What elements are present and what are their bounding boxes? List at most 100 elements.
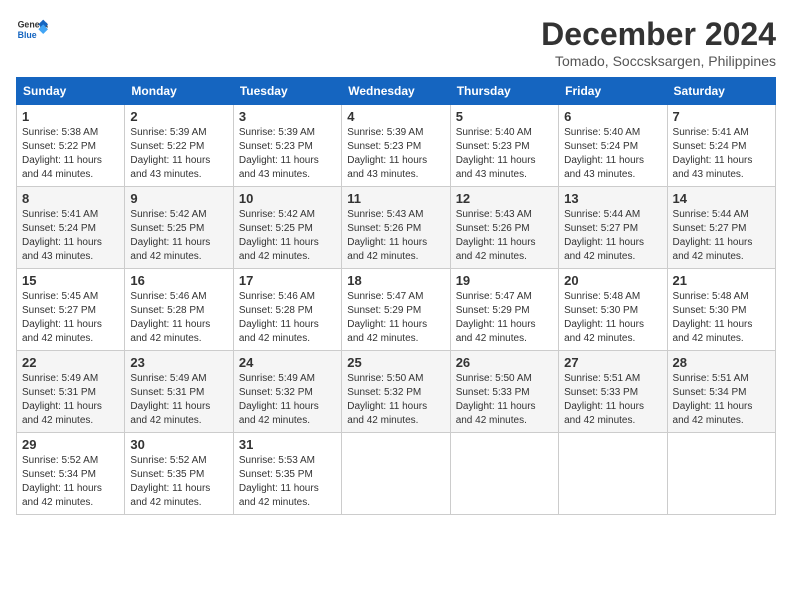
day-info: Sunrise: 5:51 AM Sunset: 5:34 PM Dayligh… xyxy=(673,372,770,428)
day-info: Sunrise: 5:41 AM Sunset: 5:24 PM Dayligh… xyxy=(673,126,770,182)
day-number: 27 xyxy=(564,355,661,370)
calendar-cell: 21 Sunrise: 5:48 AM Sunset: 5:30 PM Dayli… xyxy=(667,269,775,351)
day-info: Sunrise: 5:48 AM Sunset: 5:30 PM Dayligh… xyxy=(673,290,770,346)
day-info: Sunrise: 5:45 AM Sunset: 5:27 PM Dayligh… xyxy=(22,290,119,346)
day-number: 26 xyxy=(456,355,553,370)
calendar-cell: 27 Sunrise: 5:51 AM Sunset: 5:33 PM Dayli… xyxy=(559,351,667,433)
day-number: 31 xyxy=(239,437,336,452)
calendar-cell: 19 Sunrise: 5:47 AM Sunset: 5:29 PM Dayli… xyxy=(450,269,558,351)
day-number: 1 xyxy=(22,109,119,124)
day-number: 7 xyxy=(673,109,770,124)
day-number: 24 xyxy=(239,355,336,370)
day-number: 15 xyxy=(22,273,119,288)
calendar-cell: 28Sunrise: 5:51 AM Sunset: 5:34 PM Dayli… xyxy=(667,351,775,433)
day-info: Sunrise: 5:44 AM Sunset: 5:27 PM Dayligh… xyxy=(673,208,770,264)
day-number: 16 xyxy=(130,273,227,288)
calendar-cell: 29 Sunrise: 5:52 AM Sunset: 5:34 PM Dayli… xyxy=(17,433,125,515)
calendar-cell: 23 Sunrise: 5:49 AM Sunset: 5:31 PM Dayli… xyxy=(125,351,233,433)
day-number: 18 xyxy=(347,273,444,288)
day-number: 6 xyxy=(564,109,661,124)
week-row-2: 8 Sunrise: 5:41 AM Sunset: 5:24 PM Daylig… xyxy=(17,187,776,269)
month-title: December 2024 xyxy=(541,16,776,53)
day-number: 25 xyxy=(347,355,444,370)
weekday-header-thursday: Thursday xyxy=(450,78,558,105)
svg-text:Blue: Blue xyxy=(18,30,37,40)
calendar-cell: 31 Sunrise: 5:53 AM Sunset: 5:35 PM Dayli… xyxy=(233,433,341,515)
day-info: Sunrise: 5:44 AM Sunset: 5:27 PM Dayligh… xyxy=(564,208,661,264)
title-area: December 2024 Tomado, Soccsksargen, Phil… xyxy=(541,16,776,69)
day-info: Sunrise: 5:47 AM Sunset: 5:29 PM Dayligh… xyxy=(347,290,444,346)
weekday-header-friday: Friday xyxy=(559,78,667,105)
calendar-cell xyxy=(559,433,667,515)
day-info: Sunrise: 5:41 AM Sunset: 5:24 PM Dayligh… xyxy=(22,208,119,264)
day-info: Sunrise: 5:42 AM Sunset: 5:25 PM Dayligh… xyxy=(130,208,227,264)
weekday-header-saturday: Saturday xyxy=(667,78,775,105)
calendar-cell: 8 Sunrise: 5:41 AM Sunset: 5:24 PM Daylig… xyxy=(17,187,125,269)
weekday-header-sunday: Sunday xyxy=(17,78,125,105)
day-number: 29 xyxy=(22,437,119,452)
calendar-cell: 30Sunrise: 5:52 AM Sunset: 5:35 PM Dayli… xyxy=(125,433,233,515)
day-number: 17 xyxy=(239,273,336,288)
day-info: Sunrise: 5:43 AM Sunset: 5:26 PM Dayligh… xyxy=(456,208,553,264)
day-info: Sunrise: 5:49 AM Sunset: 5:31 PM Dayligh… xyxy=(22,372,119,428)
day-info: Sunrise: 5:43 AM Sunset: 5:26 PM Dayligh… xyxy=(347,208,444,264)
day-number: 3 xyxy=(239,109,336,124)
day-number: 11 xyxy=(347,191,444,206)
day-info: Sunrise: 5:46 AM Sunset: 5:28 PM Dayligh… xyxy=(130,290,227,346)
calendar-cell: 15 Sunrise: 5:45 AM Sunset: 5:27 PM Dayli… xyxy=(17,269,125,351)
day-number: 10 xyxy=(239,191,336,206)
day-number: 30 xyxy=(130,437,227,452)
calendar-cell: 4Sunrise: 5:39 AM Sunset: 5:23 PM Daylig… xyxy=(342,105,450,187)
calendar-cell: 26 Sunrise: 5:50 AM Sunset: 5:33 PM Dayli… xyxy=(450,351,558,433)
day-info: Sunrise: 5:50 AM Sunset: 5:32 PM Dayligh… xyxy=(347,372,444,428)
calendar-cell: 1Sunrise: 5:38 AM Sunset: 5:22 PM Daylig… xyxy=(17,105,125,187)
weekday-header-monday: Monday xyxy=(125,78,233,105)
day-info: Sunrise: 5:46 AM Sunset: 5:28 PM Dayligh… xyxy=(239,290,336,346)
calendar-cell: 12 Sunrise: 5:43 AM Sunset: 5:26 PM Dayli… xyxy=(450,187,558,269)
day-number: 8 xyxy=(22,191,119,206)
day-number: 12 xyxy=(456,191,553,206)
calendar-cell: 11 Sunrise: 5:43 AM Sunset: 5:26 PM Dayli… xyxy=(342,187,450,269)
day-info: Sunrise: 5:40 AM Sunset: 5:23 PM Dayligh… xyxy=(456,126,553,182)
calendar-cell: 5Sunrise: 5:40 AM Sunset: 5:23 PM Daylig… xyxy=(450,105,558,187)
calendar-cell: 25 Sunrise: 5:50 AM Sunset: 5:32 PM Dayli… xyxy=(342,351,450,433)
calendar-cell: 2Sunrise: 5:39 AM Sunset: 5:22 PM Daylig… xyxy=(125,105,233,187)
calendar-cell: 20 Sunrise: 5:48 AM Sunset: 5:30 PM Dayli… xyxy=(559,269,667,351)
day-info: Sunrise: 5:49 AM Sunset: 5:31 PM Dayligh… xyxy=(130,372,227,428)
calendar-cell xyxy=(450,433,558,515)
day-info: Sunrise: 5:50 AM Sunset: 5:33 PM Dayligh… xyxy=(456,372,553,428)
header: General Blue December 2024 Tomado, Soccs… xyxy=(16,16,776,69)
weekday-header-wednesday: Wednesday xyxy=(342,78,450,105)
day-number: 14 xyxy=(673,191,770,206)
day-number: 20 xyxy=(564,273,661,288)
day-number: 19 xyxy=(456,273,553,288)
calendar-cell: 16 Sunrise: 5:46 AM Sunset: 5:28 PM Dayli… xyxy=(125,269,233,351)
day-info: Sunrise: 5:40 AM Sunset: 5:24 PM Dayligh… xyxy=(564,126,661,182)
week-row-5: 29 Sunrise: 5:52 AM Sunset: 5:34 PM Dayli… xyxy=(17,433,776,515)
calendar-cell: 13 Sunrise: 5:44 AM Sunset: 5:27 PM Dayli… xyxy=(559,187,667,269)
calendar-cell: 3 Sunrise: 5:39 AM Sunset: 5:23 PM Daylig… xyxy=(233,105,341,187)
day-info: Sunrise: 5:53 AM Sunset: 5:35 PM Dayligh… xyxy=(239,454,336,510)
week-row-4: 22Sunrise: 5:49 AM Sunset: 5:31 PM Dayli… xyxy=(17,351,776,433)
day-number: 13 xyxy=(564,191,661,206)
location-title: Tomado, Soccsksargen, Philippines xyxy=(541,53,776,69)
day-info: Sunrise: 5:48 AM Sunset: 5:30 PM Dayligh… xyxy=(564,290,661,346)
day-info: Sunrise: 5:51 AM Sunset: 5:33 PM Dayligh… xyxy=(564,372,661,428)
calendar-cell xyxy=(667,433,775,515)
day-number: 9 xyxy=(130,191,227,206)
day-number: 2 xyxy=(130,109,227,124)
day-info: Sunrise: 5:39 AM Sunset: 5:23 PM Dayligh… xyxy=(239,126,336,182)
day-info: Sunrise: 5:52 AM Sunset: 5:34 PM Dayligh… xyxy=(22,454,119,510)
calendar-cell: 7 Sunrise: 5:41 AM Sunset: 5:24 PM Daylig… xyxy=(667,105,775,187)
day-info: Sunrise: 5:47 AM Sunset: 5:29 PM Dayligh… xyxy=(456,290,553,346)
weekday-header-row: SundayMondayTuesdayWednesdayThursdayFrid… xyxy=(17,78,776,105)
calendar-table: SundayMondayTuesdayWednesdayThursdayFrid… xyxy=(16,77,776,515)
calendar-cell: 14 Sunrise: 5:44 AM Sunset: 5:27 PM Dayli… xyxy=(667,187,775,269)
day-number: 21 xyxy=(673,273,770,288)
calendar-cell xyxy=(342,433,450,515)
calendar-cell: 9 Sunrise: 5:42 AM Sunset: 5:25 PM Daylig… xyxy=(125,187,233,269)
calendar-cell: 10Sunrise: 5:42 AM Sunset: 5:25 PM Dayli… xyxy=(233,187,341,269)
calendar-cell: 22Sunrise: 5:49 AM Sunset: 5:31 PM Dayli… xyxy=(17,351,125,433)
day-number: 23 xyxy=(130,355,227,370)
logo-icon: General Blue xyxy=(16,16,48,44)
